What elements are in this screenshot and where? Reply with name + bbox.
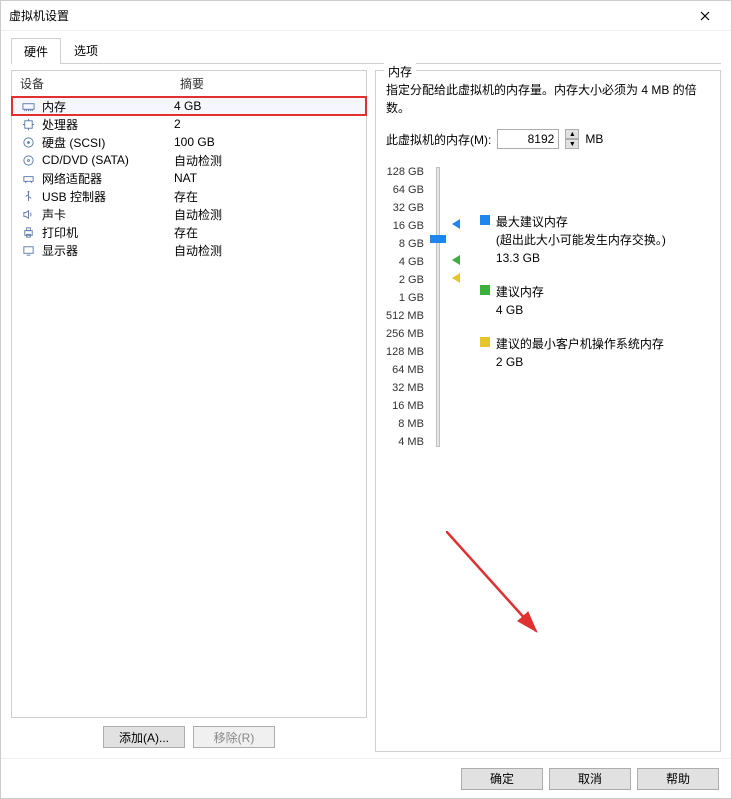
device-label: USB 控制器 [42,188,106,205]
device-row-usb[interactable]: USB 控制器 存在 [12,187,366,205]
legend-min-value: 2 GB [496,353,664,371]
disk-icon [20,136,36,149]
remove-button[interactable]: 移除(R) [193,726,275,748]
memory-desc: 指定分配给此虚拟机的内存量。内存大小必须为 4 MB 的倍数。 [386,81,710,117]
cancel-button[interactable]: 取消 [549,768,631,790]
device-summary: 100 GB [174,135,358,149]
device-label: 显示器 [42,242,78,259]
device-row-display[interactable]: 显示器 自动检测 [12,241,366,259]
device-list: 设备 摘要 内存 4 GB 处理器 2 硬盘 (SCSI) 100 GB [11,70,367,718]
sound-icon [20,208,36,221]
group-title: 内存 [384,63,416,80]
device-row-net[interactable]: 网络适配器 NAT [12,169,366,187]
device-summary: 存在 [174,224,358,241]
device-label: 网络适配器 [42,170,102,187]
slider-markers [452,163,470,451]
col-summary: 摘要 [180,75,358,92]
device-row-printer[interactable]: 打印机 存在 [12,223,366,241]
network-icon [20,172,36,185]
help-button[interactable]: 帮助 [637,768,719,790]
printer-icon [20,226,36,239]
add-button[interactable]: 添加(A)... [103,726,185,748]
device-label: 处理器 [42,116,78,133]
col-device: 设备 [20,75,180,92]
legend-rec-value: 4 GB [496,301,544,319]
legend-min-title: 建议的最小客户机操作系统内存 [496,335,664,353]
legend-square-green [480,285,490,295]
device-row-cd[interactable]: CD/DVD (SATA) 自动检测 [12,151,366,169]
device-label: 内存 [42,98,66,115]
display-icon [20,244,36,257]
device-list-header: 设备 摘要 [12,71,366,97]
device-row-disk[interactable]: 硬盘 (SCSI) 100 GB [12,133,366,151]
titlebar: 虚拟机设置 [1,1,731,31]
close-button[interactable] [687,4,723,28]
usb-icon [20,190,36,203]
annotation-arrow [446,531,566,651]
memory-icon [20,100,36,113]
slider-track [436,167,440,447]
spin-up[interactable]: ▲ [565,129,579,139]
spin-down[interactable]: ▼ [565,139,579,149]
legend-square-yellow [480,337,490,347]
legend-max-title: 最大建议内存 [496,213,666,231]
device-summary: 自动检测 [174,242,358,259]
memory-input[interactable] [497,129,559,149]
device-summary: 2 [174,117,358,131]
device-label: 声卡 [42,206,66,223]
tab-options[interactable]: 选项 [61,37,111,63]
device-row-sound[interactable]: 声卡 自动检测 [12,205,366,223]
memory-legend: 最大建议内存 (超出此大小可能发生内存交换。) 13.3 GB 建议内存 4 G… [474,163,666,451]
close-icon [700,11,710,21]
device-summary: 自动检测 [174,206,358,223]
cpu-icon [20,118,36,131]
ok-button[interactable]: 确定 [461,768,543,790]
legend-square-blue [480,215,490,225]
device-row-cpu[interactable]: 处理器 2 [12,115,366,133]
legend-max-sub: (超出此大小可能发生内存交换。) [496,231,666,249]
device-summary: 自动检测 [174,152,358,169]
device-summary: 存在 [174,188,358,205]
marker-max [452,219,460,229]
device-summary: 4 GB [174,99,358,113]
memory-slider[interactable] [428,163,448,451]
device-summary: NAT [174,171,358,185]
slider-thumb[interactable] [430,235,446,243]
legend-max-value: 13.3 GB [496,249,666,267]
memory-unit: MB [585,132,603,146]
legend-rec-title: 建议内存 [496,283,544,301]
device-row-memory[interactable]: 内存 4 GB [12,97,366,115]
window-title: 虚拟机设置 [9,7,69,24]
device-label: 硬盘 (SCSI) [42,134,105,151]
tabs: 硬件 选项 [11,37,721,64]
dialog-footer: 确定 取消 帮助 [1,758,731,798]
memory-spinner[interactable]: ▲▼ [565,129,579,149]
cd-icon [20,154,36,167]
memory-ticks: 128 GB 64 GB 32 GB 16 GB 8 GB 4 GB 2 GB … [386,163,424,451]
tab-hardware[interactable]: 硬件 [11,38,61,64]
device-label: CD/DVD (SATA) [42,153,129,167]
device-label: 打印机 [42,224,78,241]
memory-label: 此虚拟机的内存(M): [386,131,491,148]
memory-group: 内存 指定分配给此虚拟机的内存量。内存大小必须为 4 MB 的倍数。 此虚拟机的… [375,70,721,752]
marker-rec [452,255,460,265]
marker-min [452,273,460,283]
